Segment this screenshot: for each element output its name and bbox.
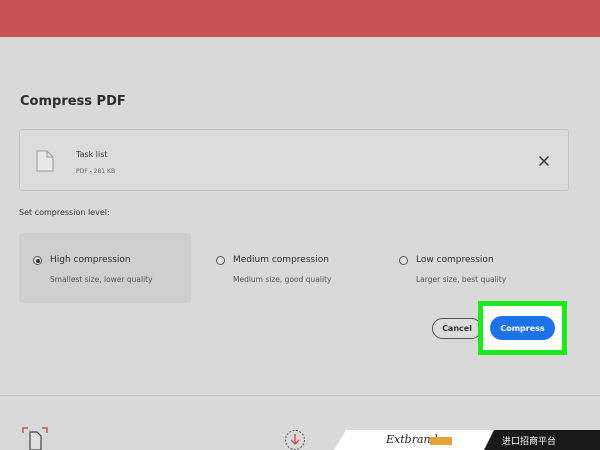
file-meta: PDF - 281 KB	[76, 168, 116, 175]
option-title: Medium compression	[233, 255, 329, 265]
compress-button[interactable]: Compress	[490, 316, 555, 340]
option-subtitle: Larger size, best quality	[416, 275, 507, 284]
radio-medium-compression[interactable]	[216, 256, 225, 265]
cancel-button[interactable]: Cancel	[432, 318, 482, 339]
footer-divider	[0, 395, 600, 396]
close-icon[interactable]	[538, 155, 550, 167]
watermark-text-area: 进口招商平台	[484, 430, 600, 450]
option-subtitle: Medium size, good quality	[233, 275, 332, 284]
radio-high-compression[interactable]	[33, 256, 42, 265]
option-title: Low compression	[416, 255, 494, 265]
file-name: Task list	[76, 150, 108, 159]
top-app-bar	[0, 0, 600, 37]
watermark-banner: Extbrand 进口招商平台	[334, 430, 600, 450]
option-title: High compression	[50, 255, 131, 265]
option-low-compression[interactable]: Low compression Larger size, best qualit…	[385, 233, 565, 303]
download-icon[interactable]	[284, 429, 306, 450]
option-medium-compression[interactable]: Medium compression Medium size, good qua…	[202, 233, 374, 303]
watermark-brand-area: Extbrand	[334, 430, 494, 450]
option-high-compression[interactable]: High compression Smallest size, lower qu…	[19, 233, 191, 303]
file-card: Task list PDF - 281 KB	[19, 129, 569, 191]
option-subtitle: Smallest size, lower quality	[50, 275, 153, 284]
watermark-tag	[430, 437, 452, 445]
compression-level-label: Set compression level:	[19, 208, 110, 217]
dialog-title: Compress PDF	[20, 94, 126, 109]
document-icon	[36, 150, 54, 172]
watermark-text: 进口招商平台	[502, 437, 557, 447]
radio-low-compression[interactable]	[399, 256, 408, 265]
crop-frame-icon[interactable]	[22, 427, 48, 450]
